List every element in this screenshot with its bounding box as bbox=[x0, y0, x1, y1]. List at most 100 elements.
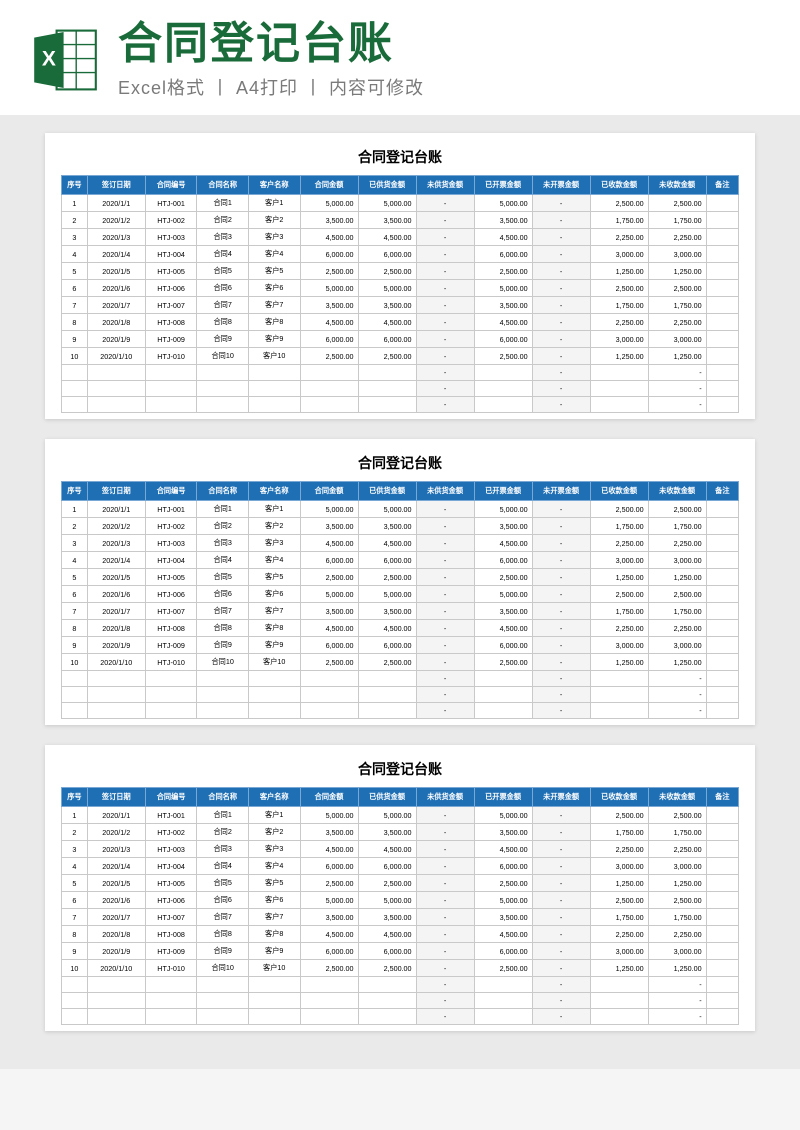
column-header: 合同名称 bbox=[197, 482, 249, 501]
table-cell: 5,000.00 bbox=[300, 501, 358, 518]
table-cell: 2,500.00 bbox=[590, 195, 648, 212]
table-cell: - bbox=[532, 314, 590, 331]
table-cell: 1,250.00 bbox=[590, 569, 648, 586]
table-row: 32020/1/3HTJ-003合同3客户34,500.004,500.00-4… bbox=[62, 841, 739, 858]
table-cell bbox=[62, 365, 88, 381]
table-cell bbox=[248, 687, 300, 703]
table-cell: 5,000.00 bbox=[300, 280, 358, 297]
column-header: 客户名称 bbox=[248, 482, 300, 501]
table-row: 102020/1/10HTJ-010合同10客户102,500.002,500.… bbox=[62, 654, 739, 671]
table-cell: 5,000.00 bbox=[300, 892, 358, 909]
column-header: 已供货金额 bbox=[358, 176, 416, 195]
table-cell: 3,500.00 bbox=[300, 212, 358, 229]
table-row: 42020/1/4HTJ-004合同4客户46,000.006,000.00-6… bbox=[62, 246, 739, 263]
column-header: 已供货金额 bbox=[358, 788, 416, 807]
table-cell bbox=[590, 381, 648, 397]
table-cell: - bbox=[416, 397, 474, 413]
table-cell: 8 bbox=[62, 314, 88, 331]
table-cell bbox=[145, 687, 197, 703]
svg-text:X: X bbox=[42, 48, 56, 71]
table-cell: 2,500.00 bbox=[648, 586, 706, 603]
table-cell: - bbox=[416, 569, 474, 586]
table-cell: HTJ-005 bbox=[145, 875, 197, 892]
table-cell: 客户7 bbox=[248, 909, 300, 926]
table-cell: 合同5 bbox=[197, 569, 249, 586]
table-cell: 2,500.00 bbox=[474, 348, 532, 365]
table-cell bbox=[706, 1009, 738, 1025]
table-cell: 3,000.00 bbox=[648, 943, 706, 960]
table-cell: 合同7 bbox=[197, 603, 249, 620]
table-cell: - bbox=[648, 1009, 706, 1025]
table-cell: 5 bbox=[62, 569, 88, 586]
table-row: 22020/1/2HTJ-002合同2客户23,500.003,500.00-3… bbox=[62, 824, 739, 841]
table-cell bbox=[248, 397, 300, 413]
table-cell bbox=[300, 687, 358, 703]
table-row: 42020/1/4HTJ-004合同4客户46,000.006,000.00-6… bbox=[62, 552, 739, 569]
table-cell: 4 bbox=[62, 858, 88, 875]
table-cell: 2,500.00 bbox=[300, 348, 358, 365]
table-cell: - bbox=[416, 824, 474, 841]
table-cell: 1,250.00 bbox=[648, 875, 706, 892]
table-cell: 客户3 bbox=[248, 229, 300, 246]
column-header: 备注 bbox=[706, 482, 738, 501]
table-cell: 3,500.00 bbox=[300, 603, 358, 620]
column-header: 已开票金额 bbox=[474, 482, 532, 501]
table-cell: 6,000.00 bbox=[300, 246, 358, 263]
table-cell: 合同10 bbox=[197, 960, 249, 977]
table-row: 52020/1/5HTJ-005合同5客户52,500.002,500.00-2… bbox=[62, 263, 739, 280]
table-cell: 1,250.00 bbox=[648, 569, 706, 586]
table-row: 52020/1/5HTJ-005合同5客户52,500.002,500.00-2… bbox=[62, 875, 739, 892]
table-cell: 5,000.00 bbox=[474, 586, 532, 603]
table-cell: HTJ-005 bbox=[145, 569, 197, 586]
table-cell: 4,500.00 bbox=[474, 535, 532, 552]
table-cell: 4,500.00 bbox=[358, 841, 416, 858]
table-row: 82020/1/8HTJ-008合同8客户84,500.004,500.00-4… bbox=[62, 926, 739, 943]
table-cell: 客户6 bbox=[248, 586, 300, 603]
table-cell: 2,250.00 bbox=[648, 926, 706, 943]
table-cell: 2020/1/7 bbox=[87, 909, 145, 926]
table-cell: - bbox=[532, 807, 590, 824]
table-cell: 3,000.00 bbox=[590, 637, 648, 654]
table-cell: 6,000.00 bbox=[474, 331, 532, 348]
table-cell: 8 bbox=[62, 926, 88, 943]
table-cell bbox=[62, 703, 88, 719]
table-cell: 2020/1/2 bbox=[87, 824, 145, 841]
column-header: 签订日期 bbox=[87, 788, 145, 807]
table-cell bbox=[706, 875, 738, 892]
table-cell: 3,500.00 bbox=[358, 909, 416, 926]
table-cell: 合同8 bbox=[197, 314, 249, 331]
table-row: 62020/1/6HTJ-006合同6客户65,000.005,000.00-5… bbox=[62, 280, 739, 297]
table-cell bbox=[87, 365, 145, 381]
column-header: 客户名称 bbox=[248, 788, 300, 807]
table-cell: 1 bbox=[62, 501, 88, 518]
table-cell: 4,500.00 bbox=[474, 620, 532, 637]
table-cell: 4,500.00 bbox=[358, 620, 416, 637]
table-cell: 客户6 bbox=[248, 892, 300, 909]
table-cell: - bbox=[416, 654, 474, 671]
table-cell: 客户10 bbox=[248, 654, 300, 671]
table-cell bbox=[474, 977, 532, 993]
table-cell: 6,000.00 bbox=[300, 552, 358, 569]
column-header: 备注 bbox=[706, 788, 738, 807]
table-cell: - bbox=[416, 381, 474, 397]
table-cell bbox=[197, 381, 249, 397]
table-cell: - bbox=[416, 280, 474, 297]
column-header: 已收款金额 bbox=[590, 176, 648, 195]
table-cell: - bbox=[648, 687, 706, 703]
table-cell bbox=[87, 703, 145, 719]
table-cell: - bbox=[416, 960, 474, 977]
table-cell: - bbox=[532, 875, 590, 892]
table-cell: 3,000.00 bbox=[648, 858, 706, 875]
table-cell: 合同10 bbox=[197, 348, 249, 365]
table-cell: 3 bbox=[62, 229, 88, 246]
column-header: 未收款金额 bbox=[648, 788, 706, 807]
table-cell bbox=[248, 381, 300, 397]
table-cell: 2,500.00 bbox=[648, 280, 706, 297]
table-cell: 客户7 bbox=[248, 603, 300, 620]
table-cell: 5,000.00 bbox=[474, 195, 532, 212]
table-cell: HTJ-004 bbox=[145, 858, 197, 875]
table-cell bbox=[590, 1009, 648, 1025]
table-cell: 2,500.00 bbox=[300, 263, 358, 280]
table-cell: 2020/1/1 bbox=[87, 501, 145, 518]
table-cell: 6,000.00 bbox=[358, 331, 416, 348]
